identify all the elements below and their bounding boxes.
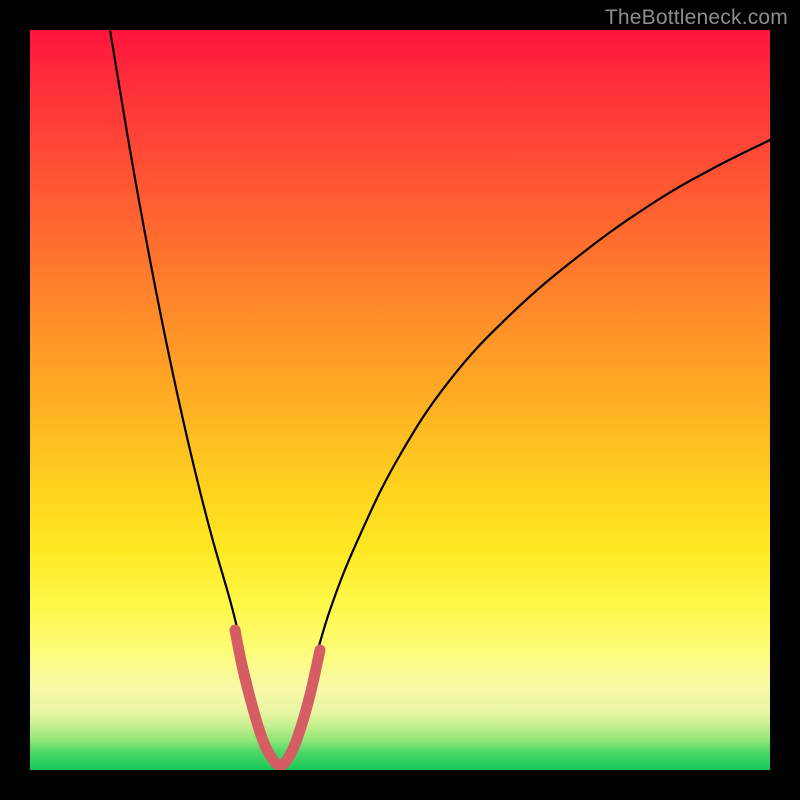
- watermark-label: TheBottleneck.com: [605, 6, 788, 30]
- chart-stage: TheBottleneck.com: [0, 0, 800, 800]
- plot-area: [30, 30, 770, 770]
- highlight-segment: [235, 630, 320, 765]
- bottleneck-curve: [110, 30, 770, 765]
- curve-layer: [30, 30, 770, 770]
